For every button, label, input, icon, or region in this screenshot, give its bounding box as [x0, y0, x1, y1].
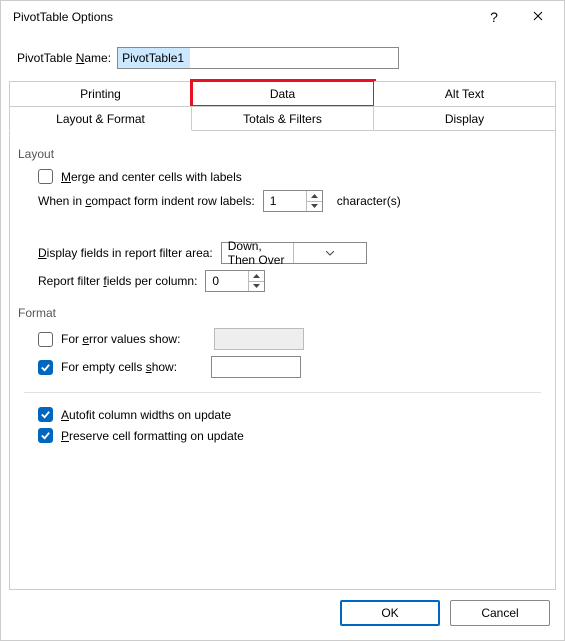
- indent-stepper[interactable]: [263, 190, 323, 212]
- chevron-down-icon: [293, 243, 366, 263]
- indent-row: When in compact form indent row labels: …: [38, 190, 541, 212]
- displayfields-value: Down, Then Over: [222, 239, 294, 267]
- pivottable-options-dialog: PivotTable Options ? PivotTable Name: Pr…: [0, 0, 565, 641]
- tab-layout-format[interactable]: Layout & Format: [9, 106, 192, 131]
- reportfilter-row: Report filter fields per column:: [38, 270, 541, 292]
- error-row: For error values show:: [38, 328, 541, 350]
- tab-panel-layout-format: Layout Merge and center cells with label…: [9, 131, 556, 590]
- preserve-checkbox[interactable]: [38, 428, 53, 443]
- merge-row: Merge and center cells with labels: [38, 169, 541, 184]
- merge-label[interactable]: Merge and center cells with labels: [61, 170, 242, 184]
- titlebar: PivotTable Options ?: [1, 1, 564, 33]
- format-group-label: Format: [18, 306, 541, 320]
- error-value-input: [214, 328, 304, 350]
- reportfilter-input[interactable]: [206, 271, 248, 291]
- indent-suffix: character(s): [337, 194, 401, 208]
- dialog-title: PivotTable Options: [13, 10, 113, 24]
- ok-button[interactable]: OK: [340, 600, 440, 626]
- dialog-footer: OK Cancel: [1, 590, 564, 640]
- indent-input[interactable]: [264, 191, 306, 211]
- autofit-label[interactable]: Autofit column widths on update: [61, 408, 231, 422]
- tabstrip: Printing Data Alt Text Layout & Format T…: [9, 81, 556, 131]
- displayfields-label: Display fields in report filter area:: [38, 246, 213, 260]
- pivottable-name-input[interactable]: [117, 47, 399, 69]
- help-icon: ?: [490, 9, 498, 25]
- layout-group-label: Layout: [18, 147, 541, 161]
- cancel-button[interactable]: Cancel: [450, 600, 550, 626]
- autofit-checkbox[interactable]: [38, 407, 53, 422]
- merge-checkbox[interactable]: [38, 169, 53, 184]
- tab-alt-text[interactable]: Alt Text: [374, 81, 556, 106]
- autofit-row: Autofit column widths on update: [38, 407, 541, 422]
- displayfields-row: Display fields in report filter area: Do…: [38, 242, 541, 264]
- tab-display[interactable]: Display: [374, 106, 556, 131]
- tab-printing[interactable]: Printing: [9, 81, 192, 106]
- reportfilter-label: Report filter fields per column:: [38, 274, 197, 288]
- indent-label: When in compact form indent row labels:: [38, 194, 255, 208]
- tab-data[interactable]: Data: [192, 81, 374, 106]
- error-checkbox[interactable]: [38, 332, 53, 347]
- displayfields-select[interactable]: Down, Then Over: [221, 242, 367, 264]
- help-button[interactable]: ?: [472, 1, 516, 33]
- empty-row: For empty cells show:: [38, 356, 541, 378]
- reportfilter-spin-down[interactable]: [249, 281, 264, 292]
- reportfilter-spin-up[interactable]: [249, 271, 264, 281]
- name-row: PivotTable Name:: [1, 33, 564, 81]
- error-label[interactable]: For error values show:: [61, 332, 180, 346]
- name-label: PivotTable Name:: [17, 51, 111, 65]
- tab-totals-filters[interactable]: Totals & Filters: [192, 106, 374, 131]
- preserve-row: Preserve cell formatting on update: [38, 428, 541, 443]
- indent-spin-down[interactable]: [307, 201, 322, 212]
- separator: [24, 392, 541, 393]
- empty-label[interactable]: For empty cells show:: [61, 360, 177, 374]
- empty-value-input[interactable]: [211, 356, 301, 378]
- close-button[interactable]: [516, 1, 560, 33]
- reportfilter-stepper[interactable]: [205, 270, 265, 292]
- indent-spin-up[interactable]: [307, 191, 322, 201]
- close-icon: [533, 10, 543, 24]
- preserve-label[interactable]: Preserve cell formatting on update: [61, 429, 244, 443]
- empty-checkbox[interactable]: [38, 360, 53, 375]
